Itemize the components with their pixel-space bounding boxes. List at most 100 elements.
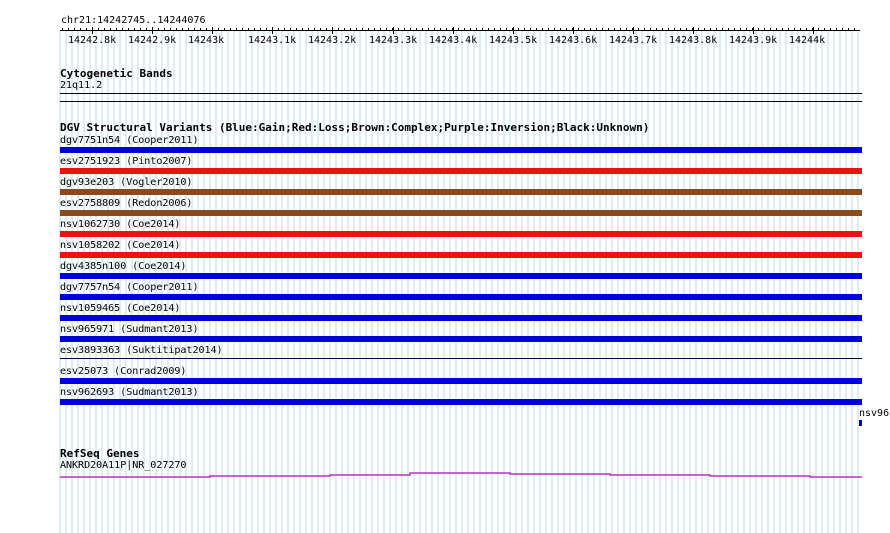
ruler-minor-tick (212, 28, 213, 31)
dgv-variant-bar-loss[interactable] (60, 231, 862, 237)
ruler-minor-tick (74, 28, 75, 31)
ruler-tick-label: 14243k (188, 35, 225, 46)
ruler-tick (693, 27, 694, 34)
ruler-minor-tick (140, 28, 141, 31)
ruler-minor-tick (632, 28, 633, 31)
ruler-minor-tick (614, 28, 615, 31)
dgv-variant-label[interactable]: dgv7757n54 (Cooper2011) (60, 282, 198, 293)
ruler-minor-tick (608, 28, 609, 31)
ruler-minor-tick (248, 28, 249, 31)
ruler-minor-tick (770, 28, 771, 31)
ruler-minor-tick (830, 28, 831, 31)
ruler-minor-tick (506, 28, 507, 31)
dgv-variant-label[interactable]: nsv1062730 (Coe2014) (60, 219, 180, 230)
gene-feature-line (60, 472, 862, 478)
ruler-minor-tick (158, 28, 159, 31)
dgv-variant-bar-gain[interactable] (60, 399, 862, 405)
ruler-minor-tick (542, 28, 543, 31)
dgv-variant-bar-complex[interactable] (60, 210, 862, 216)
ruler-minor-tick (404, 28, 405, 31)
ruler-minor-tick (548, 28, 549, 31)
ruler-minor-tick (458, 28, 459, 31)
ruler-minor-tick (434, 28, 435, 31)
dgv-variant-label[interactable]: dgv93e203 (Vogler2010) (60, 177, 192, 188)
ruler-minor-tick (272, 28, 273, 31)
ruler-minor-tick (446, 28, 447, 31)
ruler-minor-tick (668, 28, 669, 31)
ruler-minor-tick (560, 28, 561, 31)
ruler-tick (813, 27, 814, 34)
dgv-variant-bar-gain[interactable] (60, 294, 862, 300)
ruler-minor-tick (638, 28, 639, 31)
ruler-minor-tick (692, 28, 693, 31)
dgv-variant-label[interactable]: nsv1058202 (Coe2014) (60, 240, 180, 251)
ruler-minor-tick (554, 28, 555, 31)
ruler-minor-tick (566, 28, 567, 31)
ruler-minor-tick (848, 28, 849, 31)
ruler-minor-tick (68, 28, 69, 31)
dgv-variant-label[interactable]: nsv1059465 (Coe2014) (60, 303, 180, 314)
refseq-gene-track[interactable] (0, 465, 890, 485)
ruler-minor-tick (428, 28, 429, 31)
ruler-minor-tick (722, 28, 723, 31)
ruler-minor-tick (236, 28, 237, 31)
dgv-variant-label[interactable]: nsv962693 (Sudmant2013) (60, 387, 198, 398)
ruler-minor-tick (572, 28, 573, 31)
ruler-minor-tick (650, 28, 651, 31)
dgv-variant-label[interactable]: dgv4385n100 (Coe2014) (60, 261, 186, 272)
ruler-minor-tick (194, 28, 195, 31)
ruler-minor-tick (854, 28, 855, 31)
ruler-minor-tick (602, 28, 603, 31)
dgv-variant-label[interactable]: esv2758809 (Redon2006) (60, 198, 192, 209)
dgv-variant-bar-unknown[interactable] (60, 358, 862, 359)
dgv-overflow-mark[interactable] (859, 420, 862, 426)
ruler-minor-tick (578, 28, 579, 31)
ruler-minor-tick (476, 28, 477, 31)
dgv-overflow-label[interactable]: nsv962 (859, 408, 890, 419)
dgv-variant-bar-gain[interactable] (60, 378, 862, 384)
ruler-minor-tick (104, 28, 105, 31)
ruler-tick (513, 27, 514, 34)
cytoband-line-top (60, 93, 862, 94)
ruler-minor-tick (386, 28, 387, 31)
ruler-minor-tick (680, 28, 681, 31)
ruler-tick-label: 14243.9k (729, 35, 778, 46)
ruler-minor-tick (776, 28, 777, 31)
ruler-minor-tick (266, 28, 267, 31)
dgv-variant-label[interactable]: esv2751923 (Pinto2007) (60, 156, 192, 167)
ruler-minor-tick (452, 28, 453, 31)
ruler-minor-tick (464, 28, 465, 31)
ruler-minor-tick (110, 28, 111, 31)
ruler-minor-tick (188, 28, 189, 31)
cytoband-label[interactable]: 21q11.2 (60, 80, 102, 91)
ruler-minor-tick (500, 28, 501, 31)
ruler-minor-tick (656, 28, 657, 31)
ruler-minor-tick (80, 28, 81, 31)
ruler-minor-tick (482, 28, 483, 31)
dgv-variant-bar-loss[interactable] (60, 168, 862, 174)
ruler-minor-tick (494, 28, 495, 31)
dgv-variant-bar-complex[interactable] (60, 189, 862, 195)
ruler-minor-tick (734, 28, 735, 31)
dgv-variant-label[interactable]: esv3893363 (Suktitipat2014) (60, 345, 223, 356)
ruler-tick-label: 14243.6k (549, 35, 598, 46)
ruler-minor-tick (344, 28, 345, 31)
ruler-minor-tick (86, 28, 87, 31)
ruler-minor-tick (686, 28, 687, 31)
dgv-variant-bar-gain[interactable] (60, 273, 862, 279)
dgv-variant-label[interactable]: nsv965971 (Sudmant2013) (60, 324, 198, 335)
ruler-minor-tick (788, 28, 789, 31)
dgv-variant-label[interactable]: dgv7751n54 (Cooper2011) (60, 135, 198, 146)
ruler-tick-label: 14243.2k (308, 35, 357, 46)
dgv-variant-bar-loss[interactable] (60, 252, 862, 258)
dgv-variant-bar-gain[interactable] (60, 147, 862, 153)
dgv-variant-label[interactable]: esv25073 (Conrad2009) (60, 366, 186, 377)
ruler-minor-tick (842, 28, 843, 31)
ruler-minor-tick (200, 28, 201, 31)
ruler-minor-tick (620, 28, 621, 31)
dgv-variant-bar-gain[interactable] (60, 315, 862, 321)
ruler-tick (633, 27, 634, 34)
ruler-minor-tick (512, 28, 513, 31)
dgv-variant-bar-gain[interactable] (60, 336, 862, 342)
ruler-minor-tick (806, 28, 807, 31)
